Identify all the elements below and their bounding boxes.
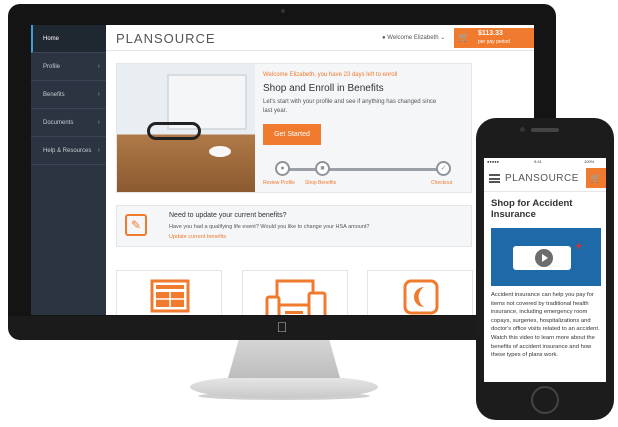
update-benefits-notice: ✎ Need to update your current benefits? … [116,205,472,247]
devices-icon [265,279,327,315]
sidebar-item-label: Profile [43,64,61,70]
notice-title: Need to update your current benefits? [169,212,287,219]
cart-icon: 🛒 [458,32,470,42]
get-started-button[interactable]: Get Started [263,124,321,145]
mobile-logo[interactable]: PLANSOURCE [505,173,579,184]
sidebar-item-label: Help & Resources [43,148,92,154]
welcome-text: Welcome Elizabeth [387,35,439,41]
mobile-screen: ●●●●● 9:41 100% PLANSOURCE 🛒 Shop for Ac… [484,158,606,382]
phone-device: ●●●●● 9:41 100% PLANSOURCE 🛒 Shop for Ac… [476,118,614,420]
medical-cross-icon: + [575,239,583,253]
progress-track [281,168,443,171]
play-icon[interactable] [535,249,553,267]
sidebar: Home Profile › Benefits › Documents › He… [31,25,106,315]
status-time: 9:41 [534,159,542,164]
step-label-review-profile[interactable]: Review Profile [263,180,295,186]
glasses-image [147,122,201,140]
chevron-right-icon: › [97,91,100,98]
sidebar-item-label: Home [43,36,60,42]
mobile-page-title: Shop for Accident Insurance [491,198,573,220]
mobile-body-text: Accident insurance can help you pay for … [491,292,600,359]
apple-logo-icon:  [275,320,289,335]
top-header: PLANSOURCE ● Welcome Elizabeth ⌄ 🛒 $113.… [106,25,534,51]
hero-title: Shop and Enroll in Benefits [263,83,384,94]
user-icon: ● [382,35,386,41]
mouse-image [209,146,231,157]
phone-camera [520,127,525,132]
user-menu[interactable]: ● Welcome Elizabeth ⌄ [382,34,445,41]
update-benefits-link[interactable]: Update current benefits [169,234,226,240]
signal-icon: ●●●●● [487,159,500,164]
profile-step-icon[interactable]: ● [275,161,290,176]
chevron-right-icon: › [97,119,100,126]
feature-card[interactable] [242,270,348,315]
edit-pencil-icon: ✎ [125,214,147,236]
step-label-shop-benefits[interactable]: Shop Benefits [305,180,336,186]
phone-speaker [531,128,559,132]
mobile-header: PLANSOURCE 🛒 [484,166,606,192]
product-mockup:  Home Profile › Benefits › Documents › … [0,0,618,427]
hamburger-menu-icon[interactable] [489,174,500,183]
cart-icon[interactable]: 🛒 [586,168,606,188]
sidebar-item-documents[interactable]: Documents › [31,109,106,137]
cart-amount: $113.33 [478,30,503,37]
document-form-icon [150,279,190,313]
sidebar-item-help-resources[interactable]: Help & Resources › [31,137,106,165]
chevron-right-icon: › [97,147,100,154]
desk-photo [117,64,255,192]
plansource-logo[interactable]: PLANSOURCE [116,31,216,46]
enroll-hero: Welcome Elizabeth, you have 23 days left… [116,63,472,193]
sidebar-item-label: Documents [43,120,74,126]
step-label-checkout[interactable]: Checkout [431,180,452,186]
moon-icon [403,279,439,315]
status-bar: ●●●●● 9:41 100% [484,158,606,166]
desktop-screen: Home Profile › Benefits › Documents › He… [31,25,534,315]
imac-camera [281,9,285,13]
battery-level: 100% [584,159,595,164]
sidebar-item-profile[interactable]: Profile › [31,53,106,81]
feature-card[interactable] [367,270,473,315]
chevron-down-icon: ⌄ [440,35,446,41]
enroll-deadline: Welcome Elizabeth, you have 23 days left… [263,72,398,78]
chevron-right-icon: › [97,63,100,70]
sidebar-item-benefits[interactable]: Benefits › [31,81,106,109]
cart-period: per pay period [478,39,510,45]
imac-stand [228,338,340,378]
feature-card[interactable] [116,270,222,315]
sidebar-item-home[interactable]: Home [31,25,106,53]
notice-text: Have you had a qualifying life event? Wo… [169,224,370,230]
hero-text: Let's start with your profile and see if… [263,99,437,114]
cart-step-icon[interactable]: ■ [315,161,330,176]
video-player[interactable]: + [491,228,601,286]
cart-button[interactable]: 🛒 $113.33 per pay period [454,28,534,48]
home-button[interactable] [531,386,559,414]
checkmark-icon[interactable]: ✓ [436,161,451,176]
imac-base [190,376,378,398]
sidebar-item-label: Benefits [43,92,65,98]
